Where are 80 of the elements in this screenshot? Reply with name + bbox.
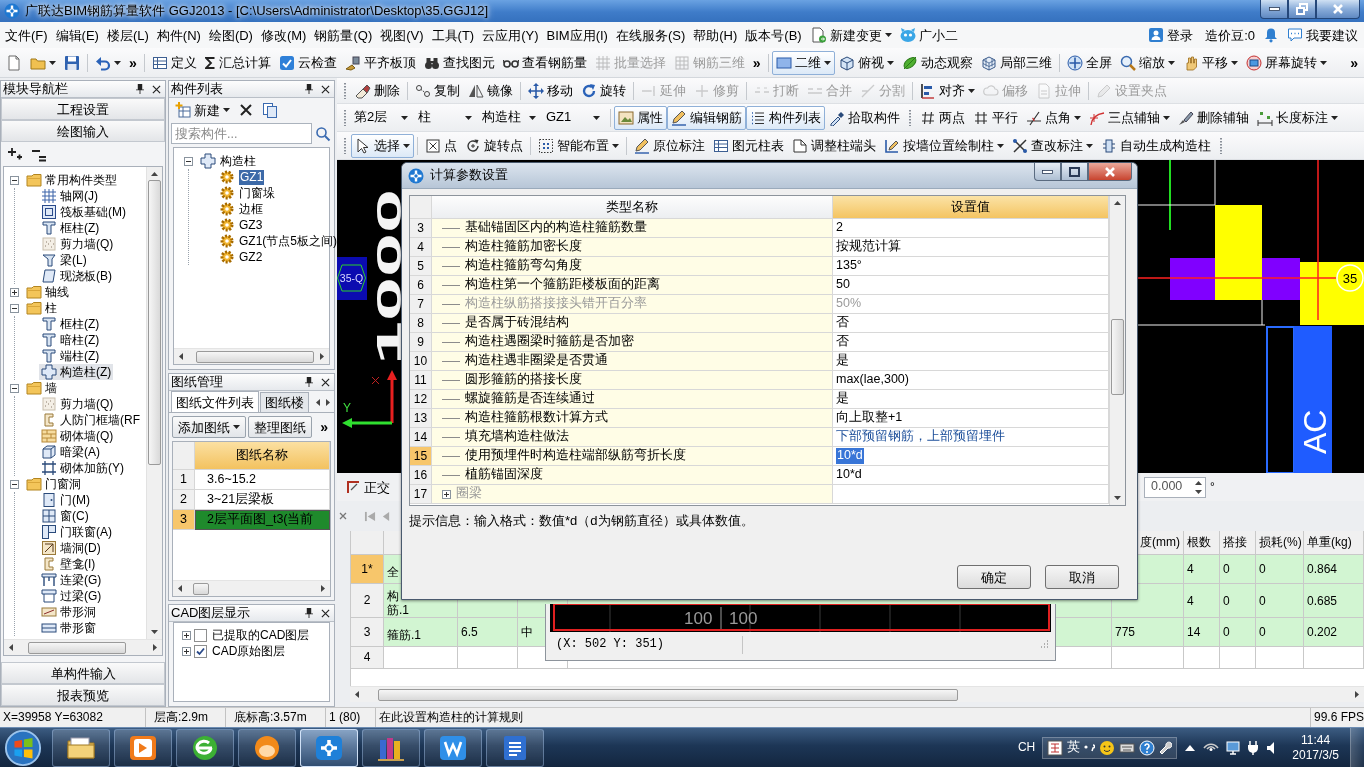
table-cell: 4 [1187,562,1194,576]
table-cell: 14 [1187,625,1201,639]
row-number: 4 [351,647,384,669]
table-cell: 箍筋.1 [387,627,421,642]
status-text: 99.6 FPS [1313,709,1364,726]
table-cell: 0 [1259,562,1266,576]
table-cell: 0 [1259,593,1266,608]
coordinates-text: (X: 502 Y: 351) [556,637,665,652]
column-label: AC [1297,409,1333,454]
row-number: 5 [410,257,432,276]
row-number: 13 [410,409,432,428]
table-cell: 填充墙构造柱做法 [432,428,833,447]
row-number: 8 [410,314,432,333]
column-header: 单重(kg) [1307,535,1352,550]
panel-title: 图纸管理 [171,373,223,391]
row-number: 2 [173,490,195,510]
table-cell: 0 [1223,625,1230,639]
table-cell: 基础锚固区内的构造柱箍筋数量 [432,219,833,238]
table-cell: 螺旋箍筋是否连续通过 [432,390,833,409]
table-cell: 筋.1 [387,603,409,617]
table-cell: 构造柱箍筋根数计算方式 [432,409,833,428]
column-header: 度(mm) [1140,535,1180,550]
table-cell: 0 [1259,625,1266,639]
table-cell: 4 [1187,593,1194,608]
unit-label: ° [1210,479,1215,495]
window-title: 广联达BIM钢筋算量软件 GGJ2013 - [C:\Users\Administrator\Desktop\35.GGJ12] [25,2,489,20]
dimension-text: 100 [684,609,713,628]
panel-title: 模块导航栏 [3,80,68,98]
row-number: 10 [410,352,432,371]
column-header: 根数 [1187,535,1211,550]
panel-title: 构件列表 [171,80,223,98]
dimension-text: 1000 [368,188,409,365]
row-number: 3 [351,618,384,647]
dimension-text: 100 [729,609,758,628]
table-cell: 构造柱箍筋弯勾角度 [432,257,833,276]
table-cell: 中 [521,625,533,639]
row-number: 1* [351,555,384,584]
table-cell: 是否属于砖混结构 [432,314,833,333]
row-number: 11 [410,371,432,390]
row-number: 7 [410,295,432,314]
table-cell: 构造柱遇非圈梁是否贯通 [432,352,833,371]
hint-text: 提示信息：输入格式：数值*d（d为钢筋直径）或具体数值。 [409,513,755,530]
table-cell: 6.5 [461,625,478,639]
table-cell: 构造柱遇圈梁时箍筋是否加密 [432,333,833,352]
table-cell: 全 [387,564,399,579]
row-number: 15 [410,447,432,466]
axis-label: 35 [1342,271,1358,286]
row-number: 17 [410,485,432,504]
table-cell: 0.202 [1307,625,1338,639]
row-number: 12 [410,390,432,409]
table-cell: 0.864 [1307,562,1338,576]
column-header: 损耗(%) [1259,535,1302,550]
row-number: 14 [410,428,432,447]
panel-title: CAD图层显示 [171,604,251,622]
table-cell: 构造柱箍筋加密长度 [432,238,833,257]
row-number: 3 [410,219,432,238]
row-number: 2 [351,584,384,618]
column-header: 搭接 [1223,535,1247,550]
column-header: 设置值 [833,196,1109,219]
row-number: 1 [173,470,195,490]
table-cell: 构造柱第一个箍筋距楼板面的距离 [432,276,833,295]
dialog-title: 计算参数设置 [430,167,508,184]
table-cell: 植筋锚固深度 [432,466,833,485]
column-header: 类型名称 [432,196,833,219]
row-number: 4 [410,238,432,257]
row-number: 6 [410,276,432,295]
row-number: 3 [173,510,195,530]
table-cell: 圆形箍筋的搭接长度 [432,371,833,390]
axis-label: Y [343,401,351,415]
table-cell: 0 [1223,593,1230,608]
table-cell: 构 [387,589,399,603]
row-number: 9 [410,333,432,352]
table-cell: 0.685 [1307,593,1338,608]
table-cell: 构造柱纵筋搭接接头错开百分率 [432,295,833,314]
table-cell: 0 [1223,562,1230,576]
table-cell: 使用预埋件时构造柱端部纵筋弯折长度 [432,447,833,466]
row-number: 16 [410,466,432,485]
axis-label: 35-Q [339,272,364,284]
column-header: 图纸名称 [195,442,330,470]
table-cell: 775 [1115,625,1136,639]
